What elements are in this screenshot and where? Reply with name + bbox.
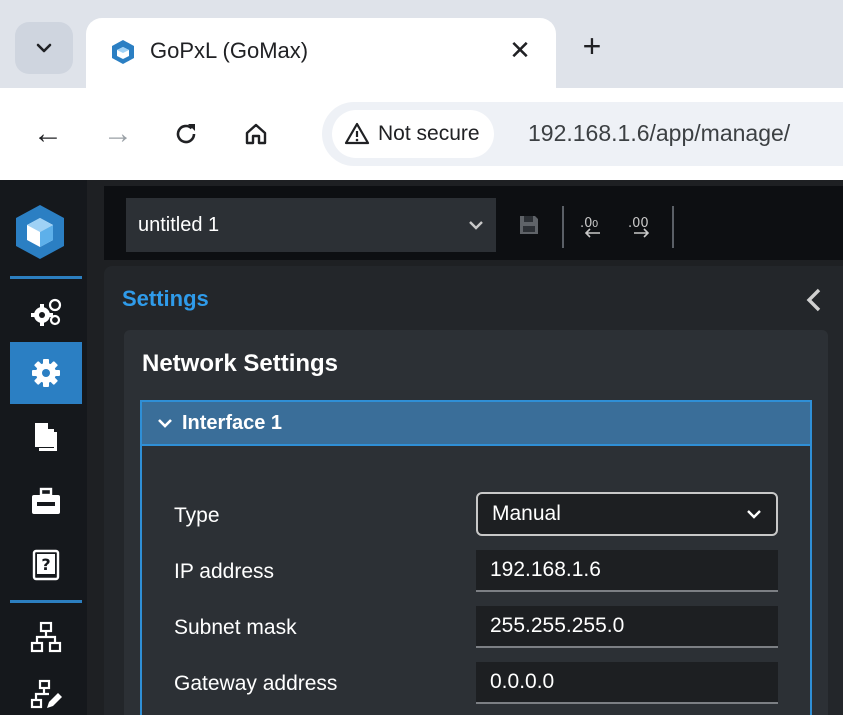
gear-icon xyxy=(32,359,60,387)
browser-tab[interactable]: GoPxL (GoMax) ✕ xyxy=(86,18,556,88)
gopxl-logo-icon xyxy=(16,205,64,259)
gopxl-favicon-icon xyxy=(112,40,134,64)
toolbar-divider xyxy=(672,206,674,248)
collapse-panel-icon[interactable] xyxy=(794,280,834,320)
chevron-down-icon xyxy=(154,412,176,434)
forward-arrow-icon[interactable]: → xyxy=(96,112,140,156)
interface-panel: Interface 1 Type Manual IP address Subne… xyxy=(140,400,812,715)
home-icon[interactable] xyxy=(234,112,278,156)
section-title: Network Settings xyxy=(142,350,339,377)
svg-text:.00: .00 xyxy=(628,216,649,231)
gateway-address-field[interactable] xyxy=(476,662,778,704)
job-file-select[interactable]: untitled 1 xyxy=(126,198,496,252)
chevron-down-icon xyxy=(36,43,52,53)
url-text[interactable]: 192.168.1.6/app/manage/ xyxy=(528,120,790,147)
address-bar[interactable]: Not secure 192.168.1.6/app/manage/ xyxy=(322,102,843,166)
panel-title: Settings xyxy=(122,286,209,311)
ip-address-label: IP address xyxy=(174,560,275,583)
sidebar-item-system[interactable] xyxy=(10,282,82,344)
network-edit-icon xyxy=(30,679,62,709)
subnet-mask-field[interactable] xyxy=(476,606,778,648)
sidebar: ? xyxy=(0,180,87,715)
reload-icon[interactable] xyxy=(164,112,208,156)
chevron-down-icon xyxy=(732,504,776,524)
sidebar-item-settings[interactable] xyxy=(10,342,82,404)
ip-address-field[interactable] xyxy=(476,550,778,592)
svg-text:.0: .0 xyxy=(580,216,592,231)
sidebar-item-files[interactable] xyxy=(10,406,82,468)
type-select[interactable]: Manual xyxy=(476,492,778,536)
help-book-icon: ? xyxy=(32,549,60,581)
app-logo[interactable] xyxy=(10,194,70,270)
interface-header[interactable]: Interface 1 xyxy=(142,402,810,446)
svg-text:?: ? xyxy=(41,555,50,574)
tab-search-button[interactable] xyxy=(15,22,73,74)
job-file-name: untitled 1 xyxy=(138,213,220,236)
subnet-mask-label: Subnet mask xyxy=(174,616,297,639)
chevron-down-icon xyxy=(456,215,496,235)
new-tab-icon[interactable]: + xyxy=(572,26,612,66)
tab-title: GoPxL (GoMax) xyxy=(150,38,309,63)
warning-icon xyxy=(344,122,370,145)
sidebar-item-network-edit[interactable] xyxy=(10,664,82,715)
sidebar-item-tools[interactable] xyxy=(10,470,82,532)
sidebar-item-network[interactable] xyxy=(10,606,82,668)
back-arrow-icon[interactable]: ← xyxy=(26,112,70,156)
gears-icon xyxy=(31,298,62,326)
decimal-increase-icon[interactable]: .00 xyxy=(626,210,656,240)
gopxl-app: ? untitled 1 .0 0 .00 Settings Network S… xyxy=(0,180,843,715)
settings-panel: Settings Network Settings Interface 1 Ty… xyxy=(104,266,843,715)
decimal-decrease-icon[interactable]: .0 0 xyxy=(578,210,608,240)
toolbar-divider xyxy=(562,206,564,248)
browser-tab-bar: GoPxL (GoMax) ✕ + xyxy=(0,0,843,88)
network-settings-card: Network Settings Interface 1 Type Manual… xyxy=(124,330,828,715)
security-label: Not secure xyxy=(378,122,480,145)
network-tree-icon xyxy=(30,621,62,653)
toolbox-icon xyxy=(32,487,60,514)
type-select-value: Manual xyxy=(492,502,561,525)
type-label: Type xyxy=(174,504,220,527)
save-icon[interactable] xyxy=(514,210,544,240)
gateway-address-label: Gateway address xyxy=(174,672,338,695)
files-icon xyxy=(35,423,57,451)
sidebar-divider xyxy=(10,600,82,603)
close-tab-icon[interactable]: ✕ xyxy=(502,32,538,68)
svg-text:0: 0 xyxy=(592,219,598,230)
job-toolbar: untitled 1 .0 0 .00 xyxy=(104,186,843,260)
browser-toolbar: ← → Not secure 192.168.1.6/app/manage/ xyxy=(0,88,843,180)
security-chip[interactable]: Not secure xyxy=(332,110,494,158)
sidebar-divider xyxy=(10,276,82,279)
interface-title: Interface 1 xyxy=(182,411,283,434)
sidebar-item-help[interactable]: ? xyxy=(10,534,82,596)
